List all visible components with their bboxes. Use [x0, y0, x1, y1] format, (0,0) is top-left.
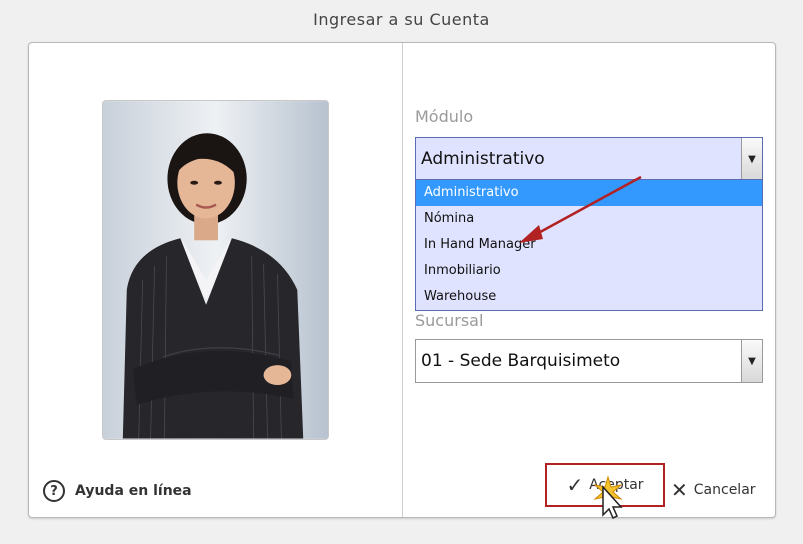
panel-divider — [402, 43, 403, 517]
close-icon: ✕ — [671, 478, 688, 502]
check-icon: ✓ — [566, 473, 584, 497]
chevron-down-icon[interactable]: ▼ — [741, 138, 762, 180]
user-photo — [102, 100, 329, 440]
modulo-option[interactable]: Warehouse — [416, 284, 762, 310]
modulo-label: Módulo — [415, 107, 474, 126]
chevron-down-icon[interactable]: ▼ — [741, 340, 762, 382]
person-photo-illustration — [103, 101, 328, 439]
modulo-select[interactable]: Administrativo ▼ — [415, 137, 763, 181]
window-title: Ingresar a su Cuenta — [313, 10, 490, 29]
cancel-label: Cancelar — [693, 482, 756, 498]
sucursal-select[interactable]: 01 - Sede Barquisimeto ▼ — [415, 339, 763, 383]
help-circle-icon: ? — [43, 480, 65, 502]
cancel-button[interactable]: ✕ Cancelar — [671, 475, 756, 505]
online-help-link[interactable]: ? Ayuda en línea — [43, 478, 192, 504]
sucursal-label: Sucursal — [415, 311, 484, 330]
modulo-option[interactable]: Inmobiliario — [416, 258, 762, 284]
modulo-dropdown-list: Administrativo Nómina In Hand Manager In… — [415, 179, 763, 311]
help-label: Ayuda en línea — [75, 483, 192, 499]
modulo-selected-value: Administrativo — [421, 149, 545, 169]
login-panel: ? Ayuda en línea Módulo Administrativo ▼… — [28, 42, 776, 519]
sucursal-selected-value: 01 - Sede Barquisimeto — [421, 351, 621, 371]
modulo-option[interactable]: Nómina — [416, 206, 762, 232]
modulo-option[interactable]: In Hand Manager — [416, 232, 762, 258]
accept-button[interactable]: ✓ Aceptar — [545, 463, 665, 507]
modulo-option[interactable]: Administrativo — [416, 180, 762, 206]
accept-label: Aceptar — [589, 477, 644, 493]
